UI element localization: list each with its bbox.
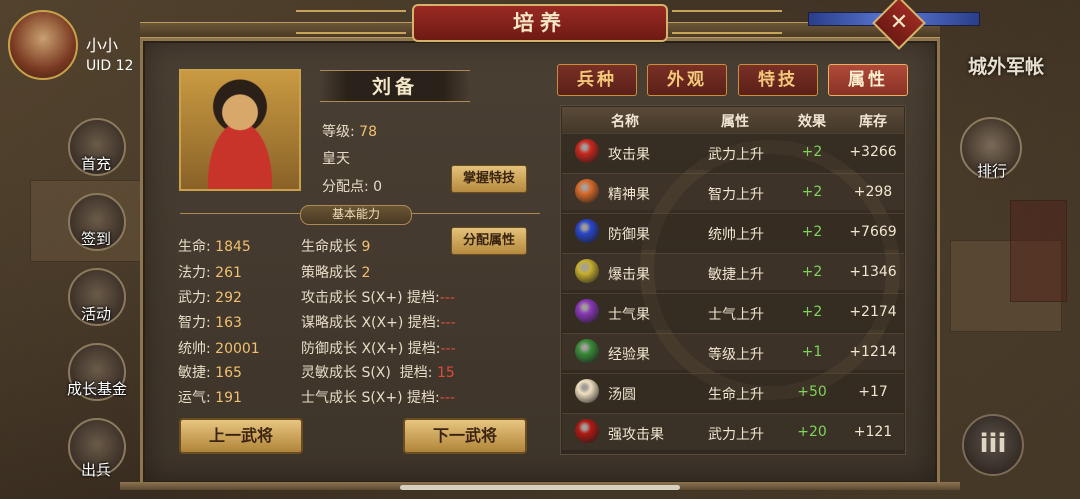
item-attribute: 等级上升 (708, 347, 764, 363)
hero-points: 分配点: 0 (322, 176, 382, 196)
defense-fruit-icon (575, 219, 599, 243)
side-label-first-recharge: 首充 (80, 155, 111, 173)
item-stock: +17 (858, 384, 888, 400)
header-effect: 效果 (798, 114, 826, 130)
player-uid: UID 12 (86, 58, 134, 74)
close-icon[interactable]: ✕ (880, 4, 918, 42)
stat-agility: 敏捷: 165 (178, 365, 242, 381)
growth-defense: 防御成长 X(X+) 提档:--- (301, 341, 456, 357)
item-attribute: 敏捷上升 (708, 267, 764, 283)
tab-troop-type[interactable]: 兵种 (557, 64, 637, 96)
item-effect: +2 (801, 184, 823, 200)
item-stock: +2174 (849, 304, 897, 320)
item-effect: +2 (801, 224, 823, 240)
home-indicator (400, 485, 680, 490)
window-title: 培养 (412, 4, 668, 42)
hero-level-label: 等级: (322, 124, 355, 140)
item-name: 经验果 (608, 347, 650, 363)
stat-force: 武力: 292 (178, 290, 242, 306)
morale-fruit-icon (575, 299, 599, 323)
burst-fruit-icon (575, 259, 599, 283)
growth-attack: 攻击成长 S(X+) 提档:--- (301, 290, 455, 306)
stat-luck: 运气: 191 (178, 390, 242, 406)
stat-intellect: 智力: 163 (178, 315, 242, 331)
item-stock: +298 (853, 184, 893, 200)
side-label-activity: 活动 (80, 305, 111, 323)
tab-skill[interactable]: 特技 (738, 64, 818, 96)
item-stock: +3266 (849, 144, 897, 160)
item-stock: +121 (853, 424, 893, 440)
item-attribute: 士气上升 (708, 307, 764, 323)
allocate-attribute-button[interactable]: 分配属性 (451, 227, 527, 255)
rank-label: 排行 (976, 162, 1007, 180)
item-name: 精神果 (608, 187, 650, 203)
hero-level: 等级: 78 (322, 121, 377, 141)
next-hero-button[interactable]: 下一武将 (403, 418, 527, 454)
growth-strategy: 策略成长 2 (301, 265, 371, 281)
main-menu-button[interactable]: iii (962, 414, 1024, 476)
exp-fruit-icon (575, 339, 599, 363)
hero-name: 刘备 (371, 76, 418, 98)
growth-hp: 生命成长 9 (301, 239, 371, 255)
stat-command: 统帅: 20001 (178, 341, 260, 357)
spirit-fruit-icon (575, 179, 599, 203)
item-stock: +1214 (849, 344, 897, 360)
growth-morale: 士气成长 S(X+) 提档:--- (301, 390, 455, 406)
hero-title: 皇天 (322, 151, 350, 167)
item-attribute: 武力上升 (708, 427, 764, 443)
item-effect: +2 (801, 144, 823, 160)
player-name: 小小 (86, 36, 119, 55)
basic-ability-label: 基本能力 (300, 205, 412, 225)
hero-points-label: 分配点: (322, 179, 369, 195)
item-name: 攻击果 (608, 147, 650, 163)
tab-appearance[interactable]: 外观 (647, 64, 727, 96)
section-divider-left (180, 213, 300, 214)
strong-attack-fruit-icon (575, 419, 599, 443)
header-attribute: 属性 (721, 114, 749, 130)
side-label-sign-in: 签到 (80, 230, 111, 248)
player-info[interactable]: 小小 UID 12 (8, 10, 158, 80)
item-name: 爆击果 (608, 267, 650, 283)
item-name: 士气果 (608, 307, 650, 323)
item-name: 防御果 (608, 227, 650, 243)
side-label-dispatch: 出兵 (80, 461, 111, 479)
header-name: 名称 (611, 114, 639, 130)
title-ornament-right (672, 10, 782, 34)
item-name: 汤圆 (608, 387, 636, 403)
section-divider-right (410, 213, 540, 214)
item-effect: +1 (801, 344, 823, 360)
item-attribute: 武力上升 (708, 147, 764, 163)
growth-tactics: 谋略成长 X(X+) 提档:--- (301, 315, 456, 331)
side-label-growth-fund: 成长基金 (66, 380, 127, 398)
item-effect: +2 (801, 264, 823, 280)
item-stock: +7669 (849, 224, 897, 240)
tab-attribute[interactable]: 属性 (828, 64, 908, 96)
master-skill-button[interactable]: 掌握特技 (451, 165, 527, 193)
stat-hp: 生命: 1845 (178, 239, 251, 255)
header-stock: 库存 (859, 114, 887, 130)
item-effect: +2 (801, 304, 823, 320)
player-avatar[interactable] (8, 10, 78, 80)
item-attribute: 统帅上升 (708, 227, 764, 243)
prev-hero-button[interactable]: 上一武将 (179, 418, 303, 454)
attack-fruit-icon (575, 139, 599, 163)
tangyuan-icon (575, 379, 599, 403)
background-banner (1010, 200, 1067, 302)
hero-portrait (179, 69, 301, 191)
stat-mp: 法力: 261 (178, 265, 242, 281)
growth-agility: 灵敏成长 S(X) 提档: 15 (301, 365, 455, 381)
item-name: 强攻击果 (608, 427, 664, 443)
item-attribute: 生命上升 (708, 387, 764, 403)
hero-points-value: 0 (373, 179, 383, 195)
item-effect: +50 (797, 384, 827, 400)
item-stock: +1346 (849, 264, 897, 280)
item-effect: +20 (797, 424, 827, 440)
hero-level-value: 78 (359, 124, 377, 140)
item-attribute: 智力上升 (708, 187, 764, 203)
city-camp-label[interactable]: 城外军帐 (968, 52, 1044, 79)
title-ornament-left (296, 10, 406, 34)
